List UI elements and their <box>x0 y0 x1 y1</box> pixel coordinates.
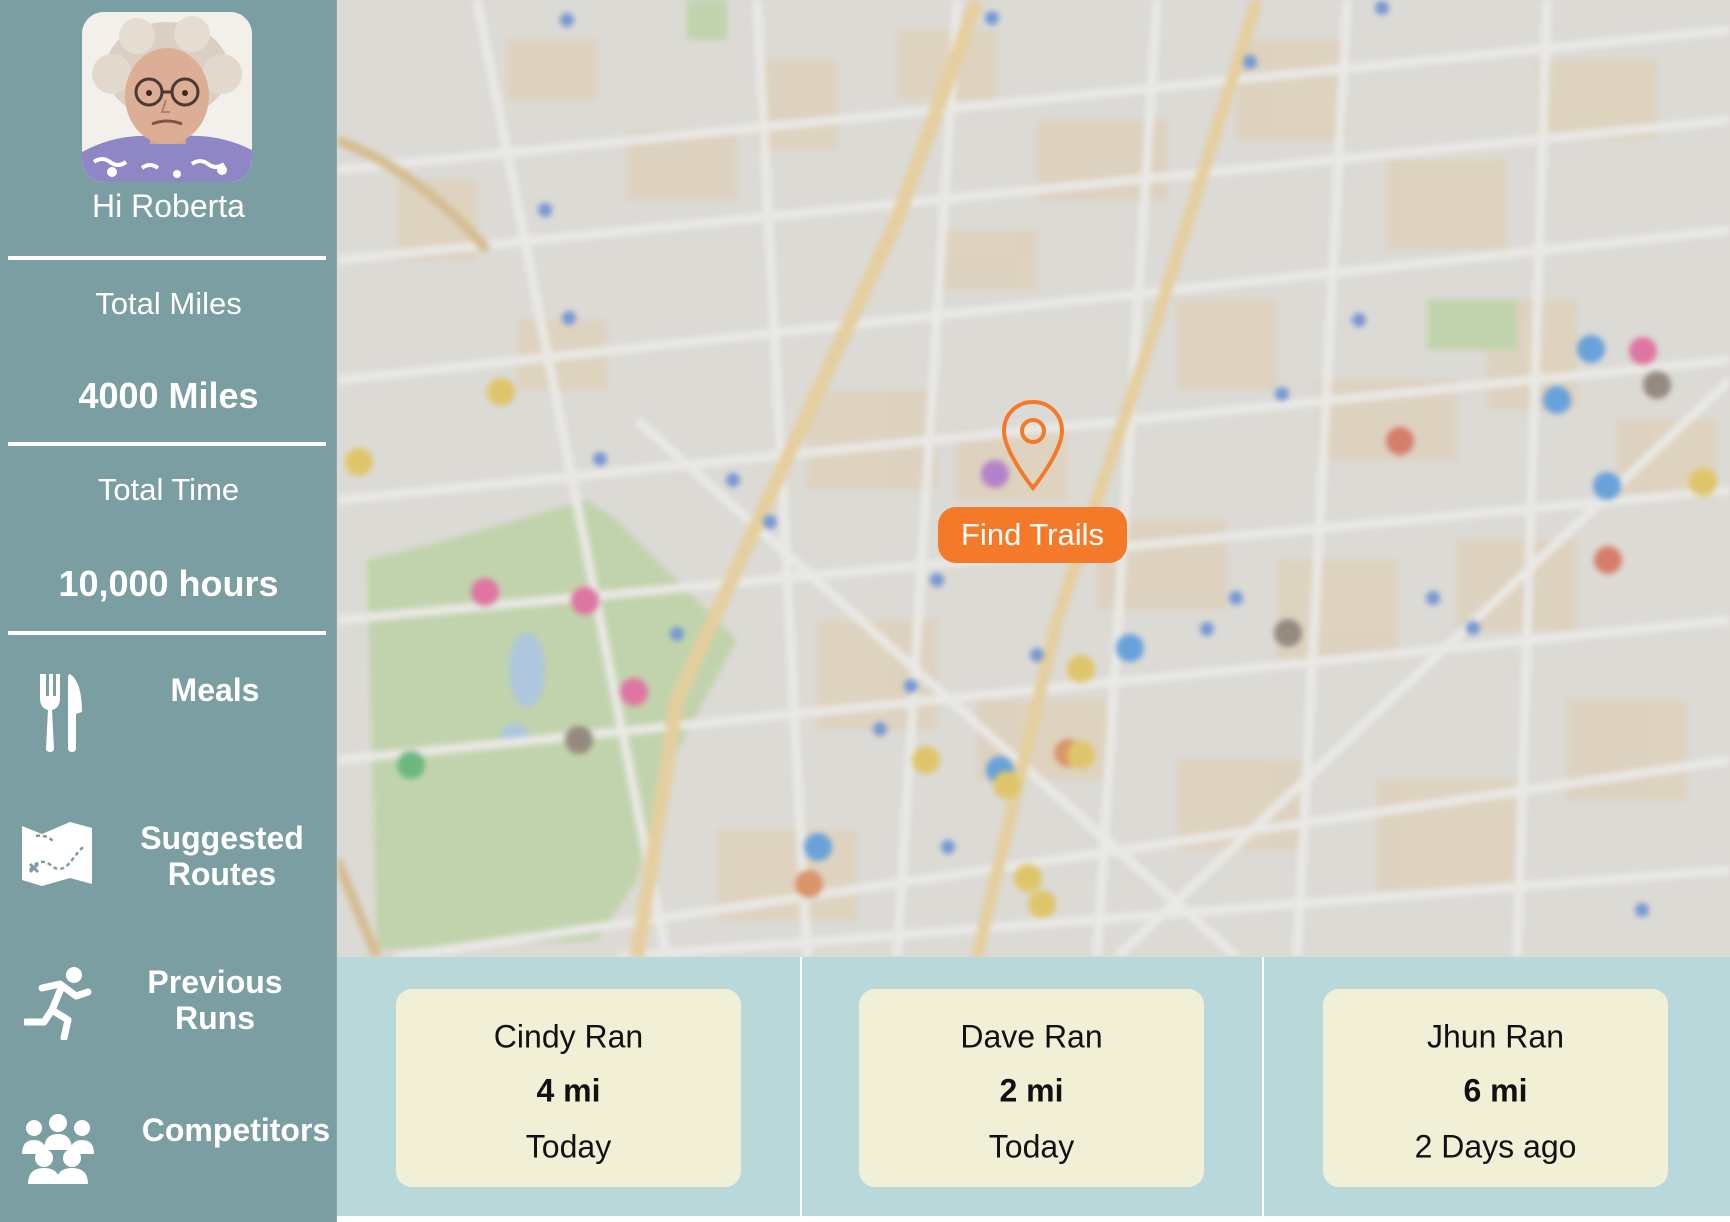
nav-label-meals: Meals <box>170 672 260 708</box>
activity-feed: Cindy Ran 4 mi Today Dave Ran 2 mi Today… <box>337 957 1730 1222</box>
user-avatar-photo <box>82 12 252 182</box>
activity-runner: Dave Ran <box>960 1018 1103 1055</box>
column-separator <box>800 957 802 1222</box>
nav-item-previous-runs[interactable]: Previous Runs <box>0 946 337 1056</box>
activity-time: 2 Days ago <box>1414 1128 1577 1165</box>
treasure-map-icon <box>22 822 92 886</box>
nav-item-competitors[interactable]: Competitors <box>0 1094 337 1204</box>
total-time-value: 10,000 hours <box>58 563 279 604</box>
total-time-label: Total Time <box>97 472 240 507</box>
nav-label-suggested-routes: Suggested Routes <box>136 820 308 892</box>
avatar[interactable] <box>82 12 252 182</box>
activity-time: Today <box>988 1128 1075 1165</box>
activity-time: Today <box>525 1128 612 1165</box>
divider <box>8 256 326 260</box>
activity-card[interactable]: Cindy Ran 4 mi Today <box>396 989 741 1187</box>
total-miles-value: 4000 Miles <box>78 375 259 416</box>
people-group-icon <box>22 1114 94 1184</box>
nav-label-previous-runs: Previous Runs <box>140 964 290 1036</box>
nav-label-line: Runs <box>175 1000 255 1036</box>
divider <box>8 631 326 635</box>
divider <box>8 442 326 446</box>
fork-knife-icon <box>40 674 82 752</box>
panel-border <box>337 1216 1730 1222</box>
nav-label-competitors: Competitors <box>141 1112 331 1148</box>
nav-label-line: Routes <box>167 856 277 892</box>
activity-distance: 6 mi <box>1463 1072 1528 1109</box>
location-pin-icon <box>1001 399 1065 492</box>
activity-card[interactable]: Dave Ran 2 mi Today <box>859 989 1204 1187</box>
activity-runner: Cindy Ran <box>493 1018 644 1055</box>
activity-distance: 2 mi <box>999 1072 1064 1109</box>
activity-runner: Jhun Ran <box>1427 1018 1564 1055</box>
greeting: Hi Roberta <box>92 188 245 224</box>
activity-distance: 4 mi <box>536 1072 601 1109</box>
nav-label-line: Previous <box>147 964 283 1000</box>
sidebar: Hi Roberta Total Miles 4000 Miles Total … <box>0 0 337 1222</box>
nav-label-line: Suggested <box>140 820 304 856</box>
find-trails-button[interactable]: Find Trails <box>938 507 1127 563</box>
nav-item-suggested-routes[interactable]: Suggested Routes <box>0 800 337 910</box>
map-view[interactable]: Find Trails <box>337 0 1730 957</box>
nav-item-meals[interactable]: Meals <box>0 660 337 770</box>
activity-card[interactable]: Jhun Ran 6 mi 2 Days ago <box>1323 989 1668 1187</box>
runner-icon <box>24 967 92 1040</box>
column-separator <box>1262 957 1264 1222</box>
total-miles-label: Total Miles <box>95 286 242 321</box>
